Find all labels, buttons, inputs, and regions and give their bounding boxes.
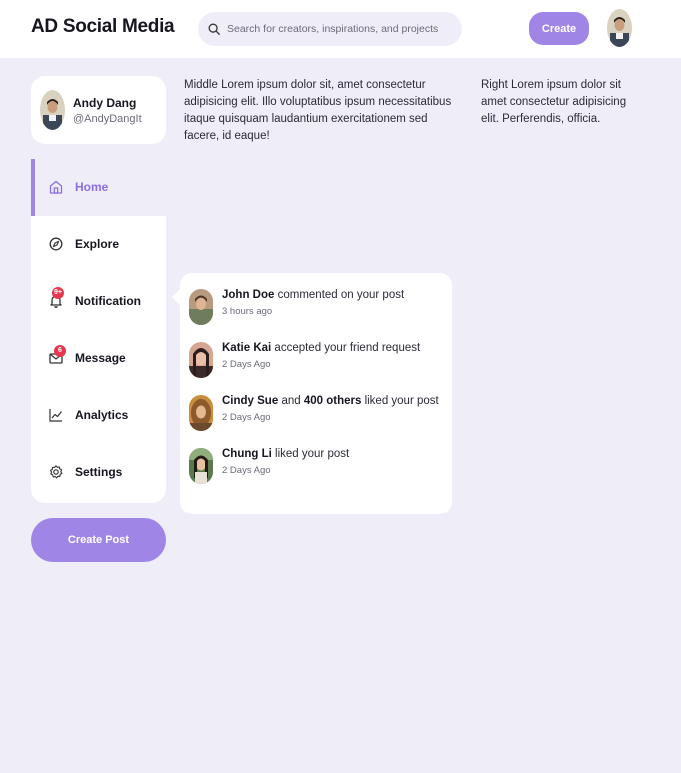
sidebar-item-label: Notification [75, 294, 141, 308]
sidebar-item-label: Explore [75, 237, 120, 251]
message-badge: 6 [54, 345, 66, 357]
notification-item[interactable]: Cindy Sue and 400 others liked your post… [180, 393, 452, 441]
top-navbar: AD Social Media Create [0, 0, 681, 58]
notification-text: Katie Kai accepted your friend request [222, 342, 447, 354]
sidebar-item-label: Message [75, 351, 126, 365]
notification-time: 2 Days Ago [222, 465, 271, 476]
profile-handle: @AndyDangIt [73, 113, 142, 125]
create-post-button[interactable]: Create Post [31, 518, 166, 562]
notification-avatar [189, 448, 213, 484]
notification-action: liked your post [275, 448, 350, 460]
sidebar-menu: Home Explore 9+ Notification 6 Message A… [31, 159, 166, 503]
sidebar-item-label: Home [75, 180, 109, 194]
home-icon [49, 180, 63, 194]
sidebar-item-notification[interactable]: 9+ Notification [31, 273, 166, 330]
search-icon [208, 23, 220, 35]
notification-text: Chung Li liked your post [222, 448, 447, 460]
notification-time: 2 Days Ago [222, 412, 271, 423]
right-column-text: Right Lorem ipsum dolor sit amet consect… [481, 79, 627, 125]
profile-avatar [40, 90, 65, 130]
notification-popup: John Doe commented on your post 3 hours … [172, 273, 452, 514]
notification-time: 3 hours ago [222, 306, 273, 317]
sidebar-item-label: Settings [75, 465, 123, 479]
notification-action: commented on your post [277, 289, 405, 301]
search-bar[interactable] [198, 12, 462, 46]
compass-icon [49, 237, 63, 251]
sidebar-item-settings[interactable]: Settings [31, 444, 166, 501]
notification-user: Chung Li [222, 448, 272, 460]
notification-user: Katie Kai [222, 342, 272, 354]
notification-avatar [189, 289, 213, 325]
notification-connector: and [281, 395, 301, 407]
notification-item[interactable]: Katie Kai accepted your friend request 2… [180, 340, 452, 388]
notification-avatar [189, 342, 213, 378]
notification-action: accepted your friend request [274, 342, 421, 354]
notification-item[interactable]: John Doe commented on your post 3 hours … [180, 287, 452, 335]
middle-column-text: Middle Lorem ipsum dolor sit, amet conse… [184, 79, 452, 142]
gear-icon [49, 465, 63, 479]
sidebar-item-home[interactable]: Home [31, 159, 166, 216]
chart-icon [49, 409, 62, 422]
notification-action: liked your post [364, 395, 439, 407]
notification-user: John Doe [222, 289, 275, 301]
profile-card[interactable]: Andy Dang @AndyDangIt [31, 76, 166, 144]
create-button[interactable]: Create [529, 12, 589, 45]
notification-text: Cindy Sue and 400 others liked your post [222, 395, 447, 407]
notification-item[interactable]: Chung Li liked your post 2 Days Ago [180, 446, 452, 494]
app-logo[interactable]: AD Social Media [31, 16, 175, 38]
sidebar-item-analytics[interactable]: Analytics [31, 387, 166, 444]
user-avatar-icon[interactable] [607, 9, 632, 47]
notification-user-count: 400 others [303, 395, 362, 407]
sidebar-item-explore[interactable]: Explore [31, 216, 166, 273]
notification-user: Cindy Sue [222, 395, 279, 407]
notification-avatar [189, 395, 213, 431]
search-input[interactable] [227, 12, 455, 46]
notification-badge: 9+ [52, 287, 64, 299]
notification-time: 2 Days Ago [222, 359, 271, 370]
sidebar-item-message[interactable]: 6 Message [31, 330, 166, 387]
sidebar-item-label: Analytics [75, 408, 129, 422]
notification-text: John Doe commented on your post [222, 289, 447, 301]
profile-name: Andy Dang [73, 96, 137, 110]
